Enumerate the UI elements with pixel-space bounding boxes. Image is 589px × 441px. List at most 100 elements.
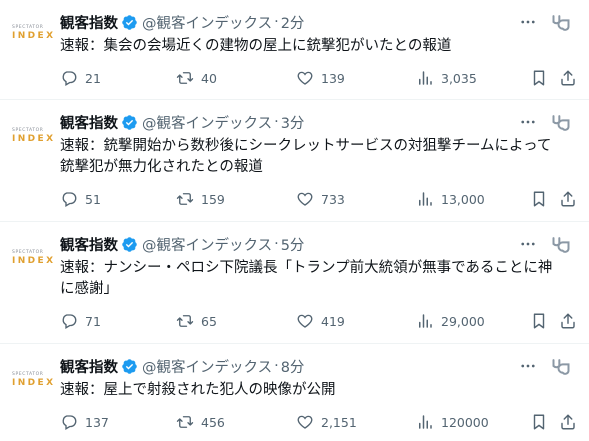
tweet-timestamp[interactable]: 2分 xyxy=(281,12,305,33)
tweet-timestamp[interactable]: 8分 xyxy=(281,356,305,377)
retweet-count: 65 xyxy=(201,313,217,329)
more-dots-icon[interactable] xyxy=(519,235,537,253)
reply-button[interactable]: 71 xyxy=(60,312,101,330)
share-icon[interactable] xyxy=(559,413,577,431)
author-name[interactable]: 観客指数 xyxy=(60,112,118,133)
bookmark-icon[interactable] xyxy=(530,413,548,431)
reply-button[interactable]: 137 xyxy=(60,413,109,431)
views-chart-icon xyxy=(419,192,432,206)
tweet-timestamp[interactable]: 5分 xyxy=(281,234,305,255)
heart-icon xyxy=(297,71,313,85)
tweet-timestamp[interactable]: 3分 xyxy=(281,112,305,133)
author-handle[interactable]: @観客インデックス xyxy=(142,234,272,255)
views-count: 29,000 xyxy=(441,313,485,329)
grok-icon[interactable] xyxy=(551,112,571,132)
tweet-actions: 137 456 2,151 120000 xyxy=(60,413,580,433)
tweet-actions: 51 159 733 13,000 xyxy=(60,190,580,210)
separator-dot: · xyxy=(274,236,279,252)
avatar[interactable]: SPECTATOR INDEX xyxy=(12,360,56,400)
like-button[interactable]: 733 xyxy=(296,190,345,208)
bookmark-icon[interactable] xyxy=(530,190,548,208)
tweet-actions: 21 40 139 3,035 xyxy=(60,69,580,89)
avatar-bottom-text: INDEX xyxy=(12,255,56,266)
author-name[interactable]: 観客指数 xyxy=(60,12,118,33)
reply-count: 21 xyxy=(85,70,101,86)
more-dots-icon[interactable] xyxy=(519,357,537,375)
tweet-actions: 71 65 419 29,000 xyxy=(60,312,580,332)
more-dots-icon[interactable] xyxy=(519,13,537,31)
grok-icon[interactable] xyxy=(551,234,571,254)
share-icon[interactable] xyxy=(559,69,577,87)
reply-count: 137 xyxy=(85,414,109,430)
grok-icon[interactable] xyxy=(551,356,571,376)
reply-count: 51 xyxy=(85,191,101,207)
share-icon[interactable] xyxy=(559,190,577,208)
tweet-card[interactable]: SPECTATOR INDEX 観客指数 @観客インデックス · 8分 速報：屋… xyxy=(0,344,589,441)
separator-dot: · xyxy=(274,14,279,30)
separator-dot: · xyxy=(274,358,279,374)
avatar[interactable]: SPECTATOR INDEX xyxy=(12,116,56,156)
like-count: 733 xyxy=(321,191,345,207)
bookmark-icon[interactable] xyxy=(530,69,548,87)
author-handle[interactable]: @観客インデックス xyxy=(142,356,272,377)
avatar-bottom-text: INDEX xyxy=(12,377,56,388)
tweet-card[interactable]: SPECTATOR INDEX 観客指数 @観客インデックス · 2分 速報：集… xyxy=(0,0,589,100)
like-button[interactable]: 2,151 xyxy=(296,413,357,431)
more-dots-icon[interactable] xyxy=(519,113,537,131)
tweet-card[interactable]: SPECTATOR INDEX 観客指数 @観客インデックス · 5分 速報：ナ… xyxy=(0,222,589,344)
views-button[interactable]: 29,000 xyxy=(416,312,485,330)
like-count: 419 xyxy=(321,313,345,329)
grok-icon[interactable] xyxy=(551,12,571,32)
tweet-header: 観客指数 @観客インデックス · 3分 xyxy=(60,112,304,132)
reply-icon xyxy=(62,415,77,430)
separator-dot: · xyxy=(274,114,279,130)
author-name[interactable]: 観客指数 xyxy=(60,234,118,255)
avatar-bottom-text: INDEX xyxy=(12,30,56,41)
retweet-icon xyxy=(176,72,194,84)
avatar[interactable]: SPECTATOR INDEX xyxy=(12,238,56,278)
author-handle[interactable]: @観客インデックス xyxy=(142,12,272,33)
views-count: 13,000 xyxy=(441,191,485,207)
tweet-text[interactable]: 速報：屋上で射殺された犯人の映像が公開 xyxy=(60,380,580,401)
views-count: 3,035 xyxy=(441,70,477,86)
retweet-button[interactable]: 65 xyxy=(176,312,217,330)
author-name[interactable]: 観客指数 xyxy=(60,356,118,377)
verified-badge-icon xyxy=(122,14,137,30)
reply-button[interactable]: 51 xyxy=(60,190,101,208)
like-button[interactable]: 419 xyxy=(296,312,345,330)
verified-badge-icon xyxy=(122,114,137,130)
views-button[interactable]: 120000 xyxy=(416,413,489,431)
reply-icon xyxy=(62,192,77,207)
retweet-button[interactable]: 159 xyxy=(176,190,225,208)
retweet-count: 159 xyxy=(201,191,225,207)
views-count: 120000 xyxy=(441,414,489,430)
reply-count: 71 xyxy=(85,313,101,329)
retweet-icon xyxy=(176,193,194,205)
tweet-text[interactable]: 速報：ナンシー・ペロシ下院議長「トランプ前大統領が無事であることに神 に感謝」 xyxy=(60,258,580,300)
retweet-count: 40 xyxy=(201,70,217,86)
tweet-text[interactable]: 速報：銃撃開始から数秒後にシークレットサービスの対狙撃チームによって 銃撃犯が無… xyxy=(60,136,580,178)
verified-badge-icon xyxy=(122,236,137,252)
tweet-card[interactable]: SPECTATOR INDEX 観客指数 @観客インデックス · 3分 速報：銃… xyxy=(0,100,589,222)
like-button[interactable]: 139 xyxy=(296,69,345,87)
reply-icon xyxy=(62,314,77,329)
avatar-bottom-text: INDEX xyxy=(12,133,56,144)
views-button[interactable]: 3,035 xyxy=(416,69,477,87)
share-icon[interactable] xyxy=(559,312,577,330)
bookmark-icon[interactable] xyxy=(530,312,548,330)
views-button[interactable]: 13,000 xyxy=(416,190,485,208)
retweet-icon xyxy=(176,315,194,327)
timeline-feed: SPECTATOR INDEX 観客指数 @観客インデックス · 2分 速報：集… xyxy=(0,0,589,441)
avatar[interactable]: SPECTATOR INDEX xyxy=(12,13,56,53)
retweet-button[interactable]: 40 xyxy=(176,69,217,87)
author-handle[interactable]: @観客インデックス xyxy=(142,112,272,133)
retweet-icon xyxy=(176,416,194,428)
tweet-text[interactable]: 速報：集会の会場近くの建物の屋上に銃撃犯がいたとの報道 xyxy=(60,36,580,57)
like-count: 2,151 xyxy=(321,414,357,430)
views-chart-icon xyxy=(419,415,432,429)
tweet-header: 観客指数 @観客インデックス · 2分 xyxy=(60,12,304,32)
reply-button[interactable]: 21 xyxy=(60,69,101,87)
retweet-button[interactable]: 456 xyxy=(176,413,225,431)
retweet-count: 456 xyxy=(201,414,225,430)
views-chart-icon xyxy=(419,71,432,85)
